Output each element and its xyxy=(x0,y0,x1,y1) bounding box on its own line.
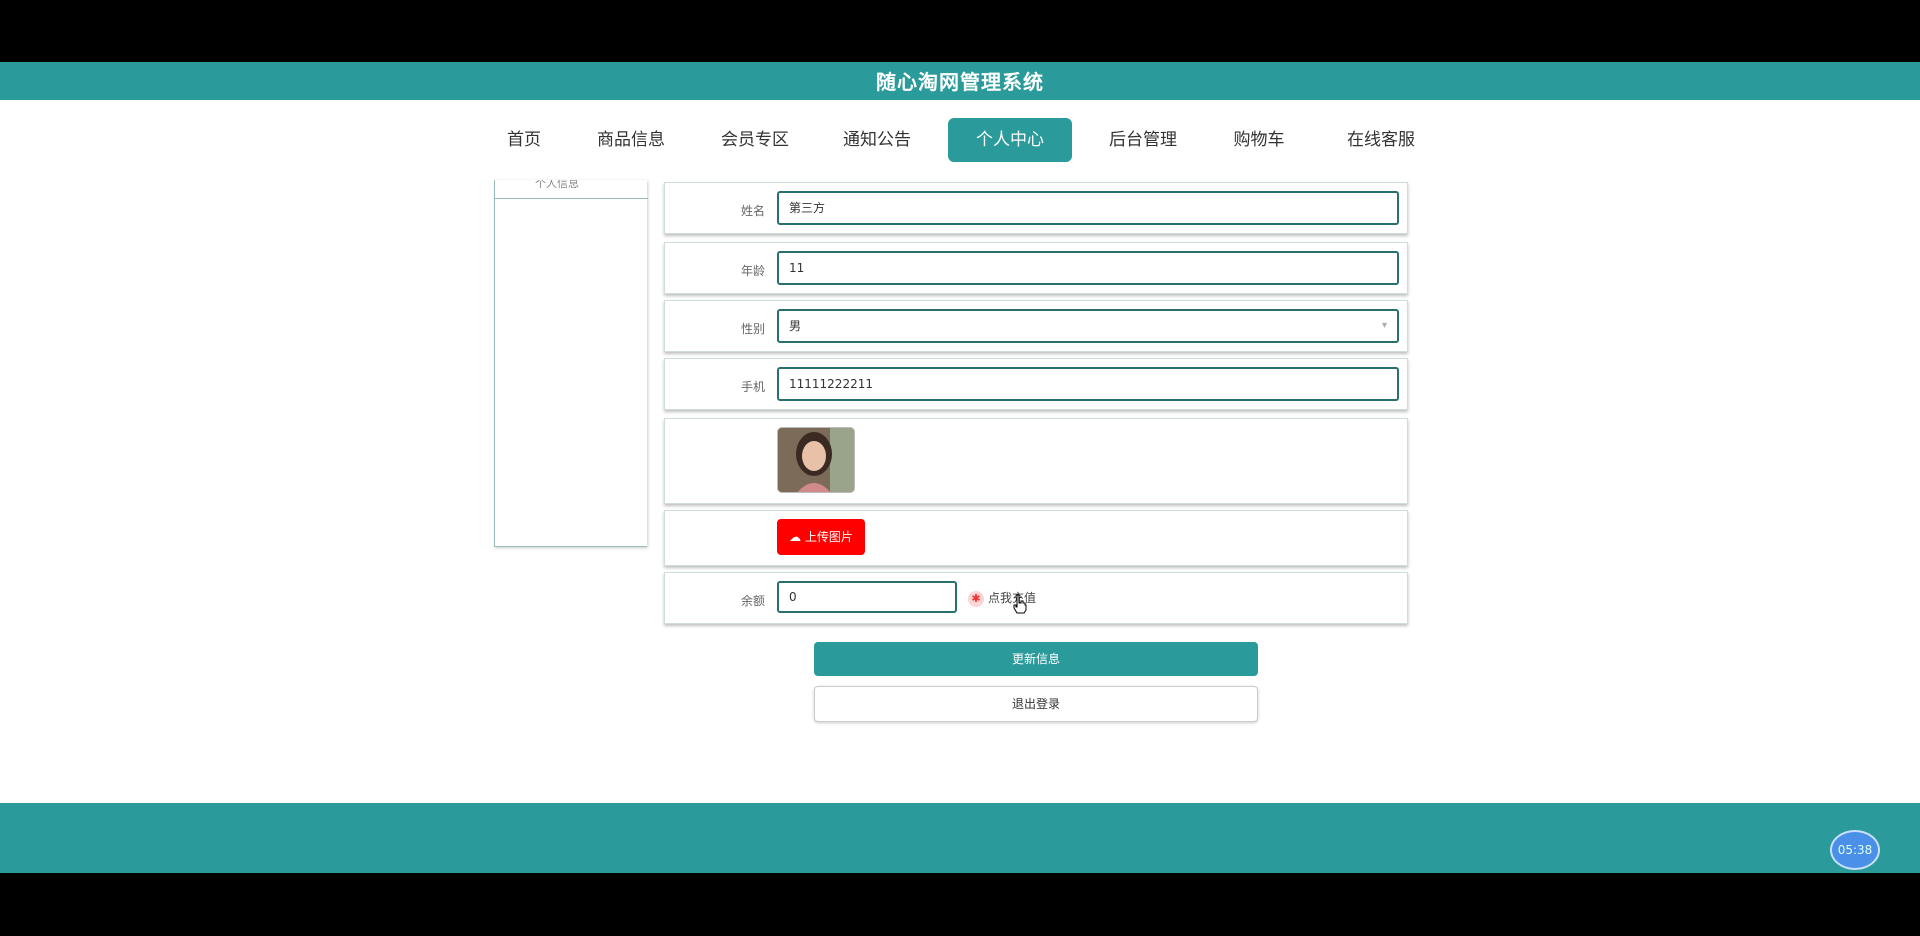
upload-image-button[interactable]: ☁ 上传图片 xyxy=(777,519,865,555)
form-row-name: 姓名 第三方 xyxy=(664,182,1408,234)
site-footer xyxy=(0,803,1920,873)
site-title: 随心淘网管理系统 xyxy=(876,70,1044,94)
main-nav: 首页 商品信息 会员专区 通知公告 个人中心 后台管理 购物车 在线客服 xyxy=(0,118,1920,162)
page-body: 首页 商品信息 会员专区 通知公告 个人中心 后台管理 购物车 在线客服 个人信… xyxy=(0,100,1920,803)
name-input[interactable]: 第三方 xyxy=(777,191,1399,225)
gender-select[interactable]: 男 ▾ xyxy=(777,309,1399,343)
balance-input[interactable]: 0 xyxy=(777,581,957,613)
phone-input[interactable]: 11111222211 xyxy=(777,367,1399,401)
phone-label: 手机 xyxy=(740,380,765,394)
nav-item-cart[interactable]: 购物车 xyxy=(1222,118,1296,162)
update-info-button[interactable]: 更新信息 xyxy=(814,642,1258,676)
video-top-bar xyxy=(0,0,1920,62)
age-input[interactable]: 11 xyxy=(777,251,1399,285)
balance-label: 余额 xyxy=(740,594,765,608)
form-row-age: 年龄 11 xyxy=(664,242,1408,294)
hand-cursor-icon xyxy=(1013,594,1027,614)
cloud-upload-icon: ☁ xyxy=(789,530,802,544)
nav-item-notices[interactable]: 通知公告 xyxy=(830,118,924,162)
upload-button-label: 上传图片 xyxy=(804,530,853,544)
recharge-icon: ✱ xyxy=(968,590,984,607)
nav-item-admin[interactable]: 后台管理 xyxy=(1096,118,1190,162)
gender-select-value: 男 xyxy=(789,319,802,333)
sidebar-item-profile[interactable]: 个人信息 xyxy=(535,180,579,192)
gender-label: 性别 xyxy=(740,322,765,336)
form-row-upload: ☁ 上传图片 xyxy=(664,510,1408,566)
site-header: 随心淘网管理系统 xyxy=(0,62,1920,100)
sidebar-divider xyxy=(495,198,648,199)
nav-item-support[interactable]: 在线客服 xyxy=(1334,118,1428,162)
form-row-gender: 性别 男 ▾ xyxy=(664,300,1408,352)
name-label: 姓名 xyxy=(740,204,765,218)
nav-item-home[interactable]: 首页 xyxy=(496,118,552,162)
form-row-phone: 手机 11111222211 xyxy=(664,358,1408,410)
video-bottom-bar xyxy=(0,873,1920,936)
chevron-down-icon: ▾ xyxy=(1381,320,1387,331)
age-label: 年龄 xyxy=(740,264,765,278)
timer-badge: 05:38 xyxy=(1830,830,1880,870)
form-row-avatar xyxy=(664,418,1408,504)
nav-item-members[interactable]: 会员专区 xyxy=(708,118,802,162)
logout-button[interactable]: 退出登录 xyxy=(814,686,1258,722)
nav-item-profile[interactable]: 个人中心 xyxy=(948,118,1072,162)
form-row-balance: 余额 0 ✱ 点我充值 xyxy=(664,572,1408,624)
avatar-image xyxy=(777,427,855,493)
sidebar-menu: 个人信息 xyxy=(494,180,648,547)
nav-item-products[interactable]: 商品信息 xyxy=(584,118,678,162)
avatar-photo-icon xyxy=(778,428,854,492)
